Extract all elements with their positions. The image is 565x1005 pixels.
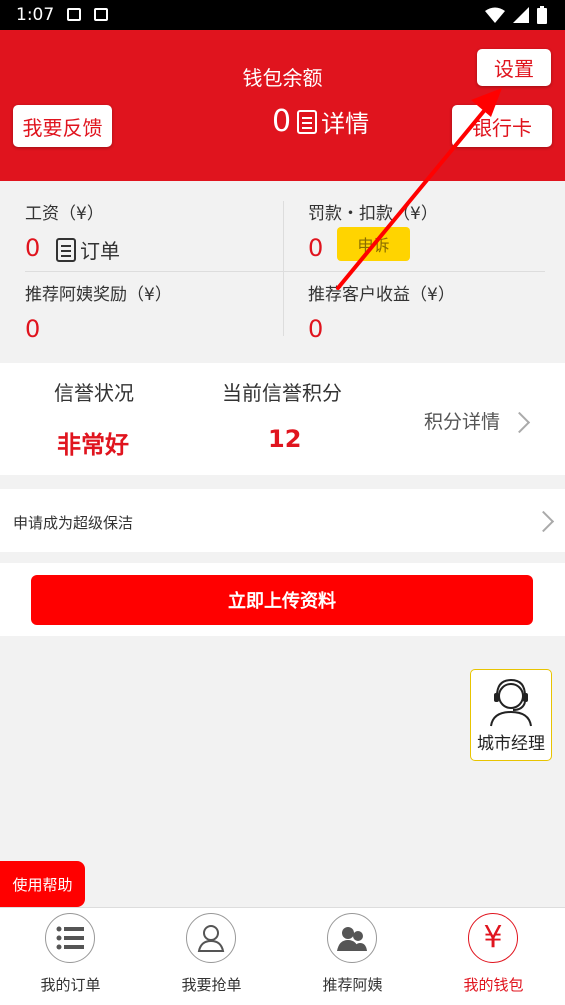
balance-detail-link[interactable]: 详情 — [321, 104, 369, 139]
penalty-value: 0 — [308, 234, 324, 262]
document-icon — [297, 109, 318, 134]
bank-card-button[interactable]: 银行卡 — [452, 105, 552, 147]
credit-score-value: 12 — [268, 425, 302, 453]
salary-value: 0 — [25, 234, 41, 262]
app-notification-icon — [94, 8, 108, 21]
tab-label: 我的订单 — [40, 976, 101, 994]
wallet-balance[interactable]: 0 详情 — [272, 104, 369, 139]
tab-label: 我要抢单 — [181, 976, 242, 994]
tab-my-wallet[interactable]: ¥ 我的钱包 — [423, 908, 564, 1005]
city-manager-label: 城市经理 — [477, 734, 545, 754]
credit-details-label: 积分详情 — [424, 411, 501, 433]
credit-score-label: 当前信誉积分 — [222, 381, 342, 405]
credit-section: 信誉状况 非常好 当前信誉积分 12 积分详情 — [0, 363, 565, 475]
credit-details-link[interactable]: 积分详情 — [424, 407, 554, 437]
salary-orders-link[interactable]: 订单 — [56, 235, 120, 264]
group-icon — [327, 913, 377, 963]
battery-icon — [537, 6, 547, 24]
referral-aunt-label: 推荐阿姨奖励（¥） — [25, 285, 172, 305]
balance-value: 0 — [272, 104, 292, 139]
user-icon — [186, 913, 236, 963]
credit-status-label: 信誉状况 — [54, 381, 134, 405]
status-time: 1:07 — [16, 5, 55, 25]
apply-super-cleaner-label: 申请成为超级保洁 — [13, 514, 134, 532]
apply-super-cleaner-row[interactable]: 申请成为超级保洁 — [0, 489, 565, 552]
appeal-button[interactable]: 申诉 — [337, 227, 410, 261]
list-icon — [45, 913, 95, 963]
settings-button[interactable]: 设置 — [477, 49, 551, 86]
credit-status-value: 非常好 — [57, 431, 129, 459]
chevron-right-icon — [532, 510, 555, 533]
penalty-label: 罚款・扣款（¥） — [308, 204, 438, 224]
document-icon — [56, 237, 76, 262]
status-icons — [485, 6, 547, 24]
earnings-stats: 工资（¥） 0 订单 罚款・扣款（¥） 0 申诉 推荐阿姨奖励（¥） 0 推荐客… — [0, 181, 565, 363]
wifi-icon — [485, 7, 505, 23]
tab-label: 我的钱包 — [463, 976, 524, 994]
divider — [25, 271, 545, 272]
tab-label: 推荐阿姨 — [322, 976, 383, 994]
city-manager-button[interactable]: 城市经理 — [470, 669, 552, 761]
orders-label: 订单 — [80, 239, 120, 263]
salary-label: 工资（¥） — [25, 204, 104, 224]
referral-aunt-value: 0 — [25, 315, 41, 343]
tab-recommend-aunt[interactable]: 推荐阿姨 — [282, 908, 423, 1005]
tab-my-orders[interactable]: 我的订单 — [0, 908, 141, 1005]
referral-customer-value: 0 — [308, 315, 324, 343]
signal-icon — [513, 7, 529, 23]
divider — [283, 201, 284, 336]
wallet-header: 钱包余额 0 详情 我要反馈 设置 银行卡 — [0, 30, 565, 181]
upload-section: 立即上传资料 — [0, 563, 565, 636]
chevron-right-icon — [508, 411, 531, 434]
customer-service-icon — [490, 678, 532, 727]
bottom-tab-bar: 我的订单 我要抢单 推荐阿姨 ¥ 我的钱包 — [0, 907, 565, 1005]
referral-customer-label: 推荐客户收益（¥） — [308, 285, 455, 305]
upload-info-button[interactable]: 立即上传资料 — [31, 575, 533, 625]
help-button[interactable]: 使用帮助 — [0, 861, 85, 907]
image-notification-icon — [67, 8, 81, 21]
tab-grab-orders[interactable]: 我要抢单 — [141, 908, 282, 1005]
yuan-icon: ¥ — [468, 913, 518, 963]
status-bar: 1:07 — [0, 0, 565, 30]
feedback-button[interactable]: 我要反馈 — [13, 105, 112, 147]
